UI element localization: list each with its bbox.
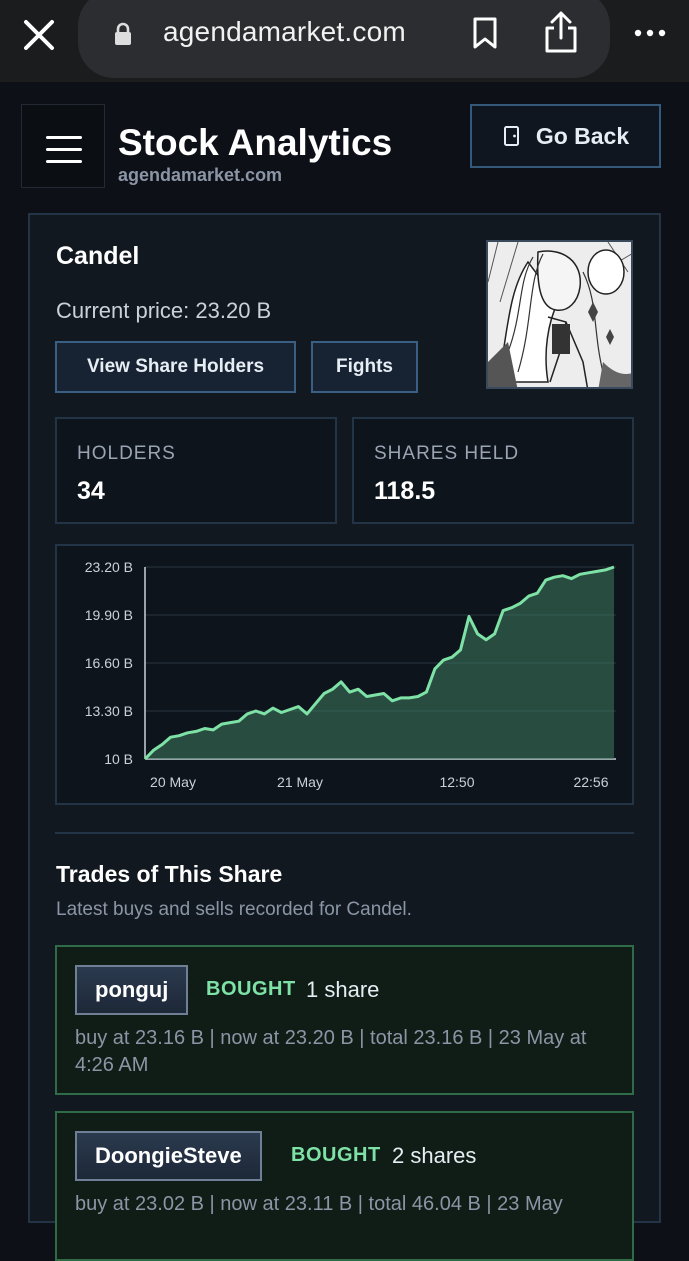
- price-chart-svg: 10 B 13.30 B 16.60 B 19.90 B 23.20 B 20 May 21…: [85, 559, 616, 790]
- bookmark-icon[interactable]: [470, 16, 500, 50]
- view-share-holders-button[interactable]: View Share Holders: [55, 341, 296, 393]
- trade-detail: buy at 23.16 B | now at 23.20 B | total …: [75, 1027, 587, 1076]
- go-back-label: Go Back: [535, 122, 630, 149]
- price-chart: 10 B 13.30 B 16.60 B 19.90 B 23.20 B 20 May 21…: [55, 544, 634, 805]
- shares-held-value: 118.5: [374, 477, 436, 505]
- page-subtitle: agendamarket.com: [118, 165, 283, 185]
- trade-qty: 1 share: [306, 977, 380, 1002]
- trades-title: Trades of This Share: [56, 861, 283, 887]
- share-name: Candel: [56, 242, 140, 270]
- url-text[interactable]: agendamarket.com: [163, 16, 406, 48]
- y-tick-label: 16.60 B: [85, 655, 133, 671]
- trade-card: ponguj BOUGHT 1 share buy at 23.16 B | n…: [55, 945, 634, 1095]
- menu-icon: [46, 136, 82, 139]
- share-image: [486, 240, 633, 389]
- trade-user[interactable]: ponguj: [75, 965, 189, 1015]
- current-price: Current price: 23.20 B: [56, 298, 272, 323]
- menu-button[interactable]: [21, 104, 105, 188]
- door-icon: [503, 126, 519, 146]
- holders-value: 34: [77, 477, 105, 505]
- go-back-button[interactable]: Go Back: [470, 104, 661, 168]
- menu-icon: [46, 148, 82, 151]
- share-icon[interactable]: [541, 10, 581, 54]
- holders-stat: HOLDERS 34: [55, 417, 337, 524]
- page-title: Stock Analytics: [118, 122, 393, 163]
- trade-card: DoongieSteve BOUGHT 2 shares buy at 23.0…: [55, 1111, 634, 1261]
- browser-toolbar: agendamarket.com: [0, 0, 689, 82]
- trade-action: BOUGHT: [291, 1144, 381, 1166]
- section-divider: [55, 832, 634, 834]
- shares-held-stat: SHARES HELD 118.5: [352, 417, 634, 524]
- lock-icon: [115, 22, 131, 45]
- x-tick-label: 20 May: [150, 774, 196, 790]
- fights-button[interactable]: Fights: [311, 341, 418, 393]
- more-icon[interactable]: [630, 20, 670, 46]
- y-tick-label: 23.20 B: [85, 559, 133, 575]
- trade-qty: 2 shares: [392, 1143, 477, 1168]
- y-tick-label: 10 B: [104, 751, 133, 767]
- menu-icon: [46, 160, 82, 163]
- shares-held-label: SHARES HELD: [374, 443, 520, 464]
- holders-label: HOLDERS: [77, 443, 176, 464]
- trades-subtitle: Latest buys and sells recorded for Cande…: [56, 899, 412, 920]
- x-tick-label: 12:50: [439, 774, 474, 790]
- y-tick-label: 13.30 B: [85, 703, 133, 719]
- trade-detail: buy at 23.02 B | now at 23.11 B | total …: [75, 1193, 563, 1215]
- trade-user[interactable]: DoongieSteve: [75, 1131, 262, 1181]
- x-tick-label: 21 May: [277, 774, 323, 790]
- x-tick-label: 22:56: [573, 774, 608, 790]
- trade-action: BOUGHT: [206, 978, 296, 1000]
- close-icon[interactable]: [20, 16, 58, 54]
- y-tick-label: 19.90 B: [85, 607, 133, 623]
